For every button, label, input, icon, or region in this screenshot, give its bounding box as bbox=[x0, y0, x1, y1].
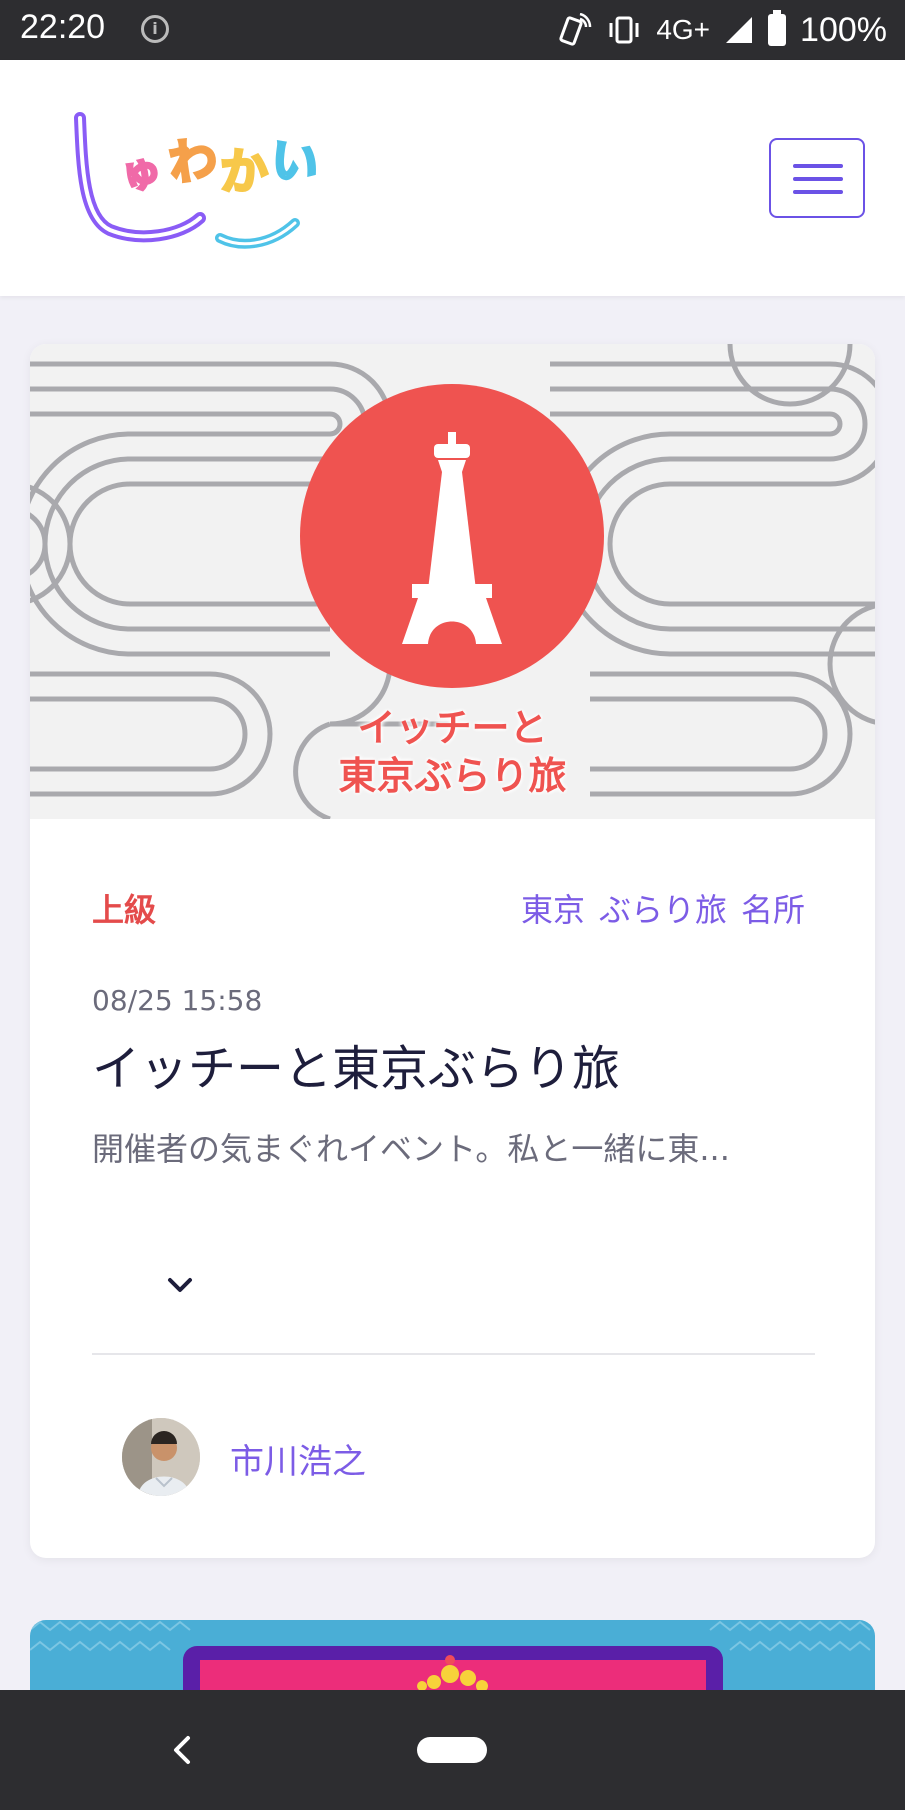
battery-level: 100% bbox=[800, 10, 887, 49]
menu-bar bbox=[793, 164, 843, 168]
chevron-down-icon[interactable] bbox=[156, 1262, 204, 1310]
divider bbox=[92, 1353, 815, 1355]
event-card[interactable]: イッチーと 東京ぶらり旅 上級 東京 ぶらり旅 名所 08/25 15:58 イ… bbox=[30, 344, 875, 1558]
tag-item[interactable]: 東京 bbox=[521, 885, 585, 931]
event-description: 開催者の気まぐれイベント。私と一緒に東... bbox=[92, 1130, 730, 1168]
event-banner: イッチーと 東京ぶらり旅 bbox=[30, 344, 875, 819]
back-icon[interactable] bbox=[160, 1728, 204, 1772]
tag-item[interactable]: 名所 bbox=[741, 885, 805, 931]
status-bar: 22:20 i 4G+ 100% bbox=[0, 0, 905, 60]
author-name[interactable]: 市川浩之 bbox=[230, 1434, 366, 1483]
tag-item[interactable]: ぶらり旅 bbox=[599, 885, 727, 931]
nfc-phone-icon bbox=[559, 13, 592, 46]
hamburger-menu-button[interactable] bbox=[769, 138, 865, 218]
site-logo[interactable]: ゅ わ か い bbox=[70, 108, 350, 258]
info-icon: i bbox=[141, 15, 169, 43]
status-icons: 4G+ 100% bbox=[558, 8, 887, 52]
menu-bar bbox=[793, 177, 843, 181]
tag-list: 東京 ぶらり旅 名所 bbox=[521, 885, 805, 931]
author-avatar[interactable] bbox=[122, 1418, 200, 1496]
svg-text:い: い bbox=[267, 132, 322, 194]
network-type: 4G+ bbox=[656, 14, 711, 45]
home-button[interactable] bbox=[417, 1737, 487, 1763]
event-datetime: 08/25 15:58 bbox=[92, 984, 263, 1017]
app-header: ゅ わ か い bbox=[0, 60, 905, 296]
banner-title-line2: 東京ぶらり旅 bbox=[338, 754, 567, 798]
signal-icon bbox=[726, 17, 753, 43]
event-title[interactable]: イッチーと東京ぶらり旅 bbox=[92, 1029, 620, 1099]
banner-title: イッチーと 東京ぶらり旅 bbox=[30, 704, 875, 800]
svg-text:か: か bbox=[220, 144, 268, 200]
vibrate-icon bbox=[609, 16, 639, 44]
battery-icon bbox=[768, 10, 787, 46]
menu-bar bbox=[793, 190, 843, 194]
svg-text:わ: わ bbox=[165, 130, 220, 192]
banner-title-line1: イッチーと bbox=[357, 706, 548, 750]
status-time: 22:20 bbox=[20, 8, 106, 46]
level-badge: 上級 bbox=[92, 891, 157, 929]
svg-text:ゅ: ゅ bbox=[117, 146, 166, 199]
